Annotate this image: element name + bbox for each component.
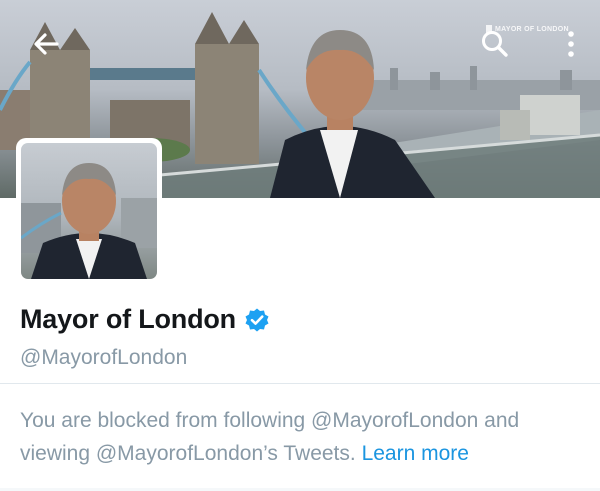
- verified-badge-icon: [244, 307, 270, 333]
- avatar-image: [21, 163, 157, 279]
- arrow-left-icon: [34, 33, 59, 55]
- learn-more-link[interactable]: Learn more: [362, 442, 469, 465]
- profile-avatar[interactable]: [16, 138, 162, 284]
- profile-handle: @MayorofLondon: [20, 346, 188, 369]
- more-options-button[interactable]: [549, 22, 593, 66]
- search-icon: [482, 31, 508, 57]
- profile-name-row: Mayor of London: [20, 304, 270, 335]
- search-button[interactable]: [473, 22, 517, 66]
- avatar-photo: [21, 143, 157, 279]
- back-button[interactable]: [24, 22, 68, 66]
- blocked-notice: You are blocked from following @MayorofL…: [20, 404, 585, 470]
- divider: [0, 383, 600, 384]
- profile-name: Mayor of London: [20, 304, 236, 334]
- more-vertical-icon: [568, 31, 574, 57]
